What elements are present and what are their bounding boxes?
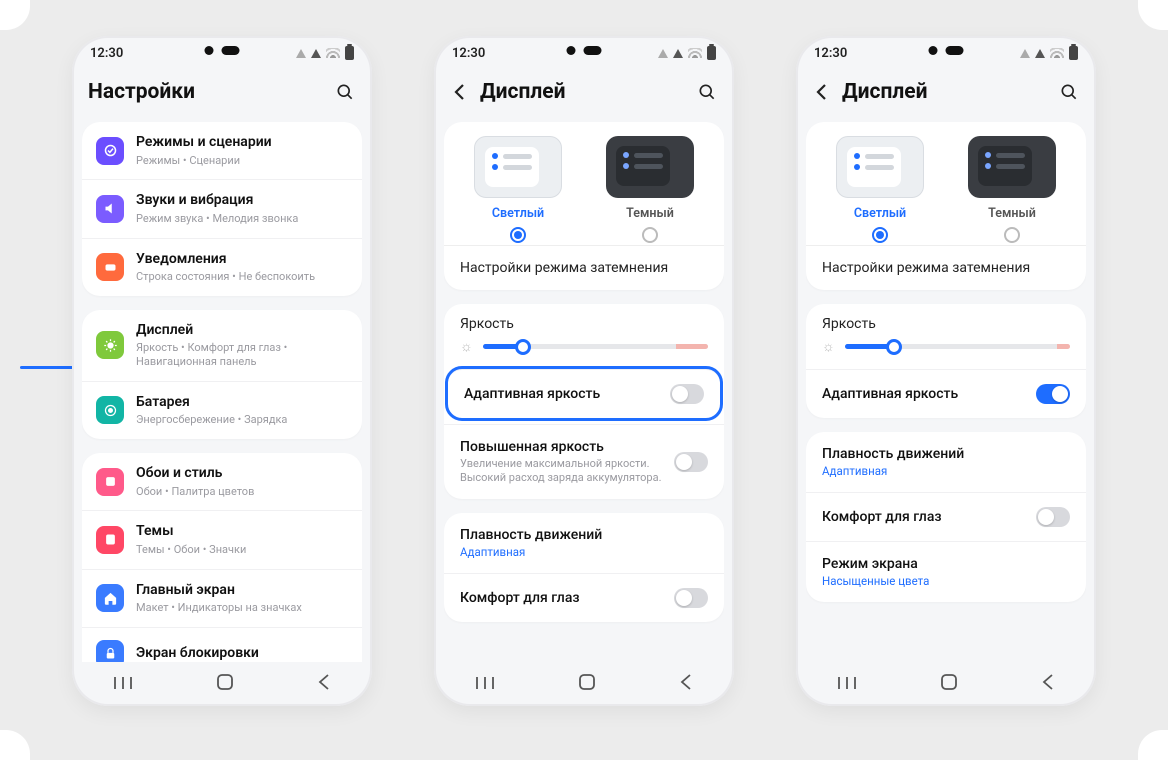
wall-icon	[96, 468, 124, 496]
sound-icon	[96, 195, 124, 223]
page-title: Дисплей	[480, 80, 686, 104]
home-icon	[96, 584, 124, 612]
settings-row-title: Темы	[136, 523, 348, 541]
back-icon[interactable]	[1042, 674, 1054, 694]
eye-comfort-row[interactable]: Комфорт для глаз	[444, 573, 724, 622]
toggle-off[interactable]	[674, 452, 708, 472]
search-icon[interactable]	[696, 81, 718, 103]
radio-selected[interactable]	[510, 227, 526, 243]
settings-row-subtitle: Темы • Обои • Значки	[136, 543, 348, 557]
settings-row-modes[interactable]: Режимы и сценарии Режимы • Сценарии	[82, 122, 362, 179]
settings-row-battery[interactable]: БатареяЭнергосбережение • Зарядка	[82, 381, 362, 439]
adaptive-brightness-row[interactable]: Адаптивная яркость	[448, 369, 720, 418]
settings-row-subtitle: Строка состояния • Не беспокоить	[136, 270, 348, 284]
android-navbar	[434, 662, 734, 706]
settings-row-subtitle: Режим звука • Мелодия звонка	[136, 212, 348, 226]
page-title: Дисплей	[842, 80, 1048, 104]
brightness-slider[interactable]	[483, 344, 708, 349]
eye-comfort-row[interactable]: Комфорт для глаз	[806, 492, 1086, 541]
theme-card: Светлый Темный Настройки режима затемнен…	[444, 122, 724, 290]
radio-unselected[interactable]	[642, 227, 658, 243]
toggle-on[interactable]	[1036, 384, 1070, 404]
settings-row-title: Уведомления	[136, 251, 348, 269]
notif-icon	[96, 253, 124, 281]
themes-icon	[96, 526, 124, 554]
brightness-low-icon: ☼	[822, 338, 835, 355]
settings-row-title: Режимы и сценарии	[136, 134, 348, 152]
adaptive-brightness-row[interactable]: Адаптивная яркость	[806, 369, 1086, 418]
recents-icon[interactable]	[838, 675, 856, 694]
toggle-off[interactable]	[1036, 507, 1070, 527]
battery-icon	[345, 46, 354, 60]
screen-mode-row[interactable]: Режим экрана Насыщенные цвета	[806, 541, 1086, 602]
display-icon	[96, 331, 124, 359]
status-time: 12:30	[814, 46, 847, 61]
settings-row-subtitle: Режимы • Сценарии	[136, 154, 348, 168]
settings-row-notif[interactable]: УведомленияСтрока состояния • Не беспоко…	[82, 238, 362, 296]
dark-mode-settings-row[interactable]: Настройки режима затемнения	[444, 245, 724, 290]
theme-dark-option[interactable]: Темный	[584, 136, 716, 243]
radio-selected[interactable]	[872, 227, 888, 243]
settings-row-home[interactable]: Главный экранМакет • Индикаторы на значк…	[82, 569, 362, 627]
phone-display-2: 12:30 Дисплей Светлый Темный Настройки	[796, 36, 1096, 706]
signal-icon	[296, 49, 306, 58]
lock-icon	[96, 640, 124, 662]
brightness-slider[interactable]	[845, 344, 1070, 349]
status-bar: 12:30	[796, 36, 1096, 70]
toggle-off[interactable]	[674, 588, 708, 608]
theme-light-option[interactable]: Светлый	[452, 136, 584, 243]
radio-unselected[interactable]	[1004, 227, 1020, 243]
signal-icon	[311, 49, 321, 58]
toggle-off[interactable]	[670, 384, 704, 404]
android-navbar	[796, 662, 1096, 706]
back-icon[interactable]	[680, 674, 692, 694]
modes-icon	[96, 137, 124, 165]
phone-display-1: 12:30 Дисплей Светлый Темный Настройки	[434, 36, 734, 706]
home-icon[interactable]	[941, 674, 957, 694]
brightness-low-icon: ☼	[460, 338, 473, 355]
back-icon[interactable]	[318, 674, 330, 694]
dark-mode-settings-row[interactable]: Настройки режима затемнения	[806, 245, 1086, 290]
settings-row-title: Батарея	[136, 394, 348, 412]
settings-row-display[interactable]: ДисплейЯркость • Комфорт для глаз • Нави…	[82, 310, 362, 381]
phone-settings: 12:30 Настройки Режимы и сценарииРежимы …	[72, 36, 372, 706]
settings-row-title: Экран блокировки	[136, 645, 348, 662]
status-bar: 12:30	[434, 36, 734, 70]
back-icon[interactable]	[450, 82, 470, 102]
search-icon[interactable]	[1058, 81, 1080, 103]
settings-row-subtitle: Яркость • Комфорт для глаз • Навигационн…	[136, 341, 348, 369]
brightness-label: Яркость	[806, 304, 1086, 334]
recents-icon[interactable]	[114, 675, 132, 694]
settings-row-title: Звуки и вибрация	[136, 192, 348, 210]
battery-icon	[96, 396, 124, 424]
brightness-label: Яркость	[444, 304, 724, 334]
theme-card: Светлый Темный Настройки режима затемнен…	[806, 122, 1086, 290]
search-icon[interactable]	[334, 81, 356, 103]
wifi-icon	[326, 48, 340, 58]
android-navbar	[72, 662, 372, 706]
settings-row-subtitle: Энергосбережение • Зарядка	[136, 413, 348, 427]
page-title: Настройки	[88, 80, 324, 104]
motion-smoothness-row[interactable]: Плавность движений Адаптивная	[444, 513, 724, 573]
extra-brightness-row[interactable]: Повышенная яркость Увеличение максимальн…	[444, 424, 724, 499]
settings-row-title: Главный экран	[136, 582, 348, 600]
settings-row-lock[interactable]: Экран блокировки	[82, 627, 362, 662]
settings-row-wall[interactable]: Обои и стиль Обои • Палитра цветов	[82, 453, 362, 510]
home-icon[interactable]	[217, 674, 233, 694]
status-time: 12:30	[452, 46, 485, 61]
theme-light-option[interactable]: Светлый	[814, 136, 946, 243]
settings-row-title: Обои и стиль	[136, 465, 348, 483]
motion-smoothness-row[interactable]: Плавность движений Адаптивная	[806, 432, 1086, 492]
status-bar: 12:30	[72, 36, 372, 70]
settings-row-subtitle: Обои • Палитра цветов	[136, 485, 348, 499]
settings-row-themes[interactable]: Темы Темы • Обои • Значки	[82, 510, 362, 568]
theme-dark-option[interactable]: Темный	[946, 136, 1078, 243]
recents-icon[interactable]	[476, 675, 494, 694]
home-icon[interactable]	[579, 674, 595, 694]
settings-row-sound[interactable]: Звуки и вибрация Режим звука • Мелодия зв…	[82, 179, 362, 237]
settings-row-title: Дисплей	[136, 322, 348, 340]
back-icon[interactable]	[812, 82, 832, 102]
settings-row-subtitle: Макет • Индикаторы на значках	[136, 601, 348, 615]
status-time: 12:30	[90, 46, 123, 61]
